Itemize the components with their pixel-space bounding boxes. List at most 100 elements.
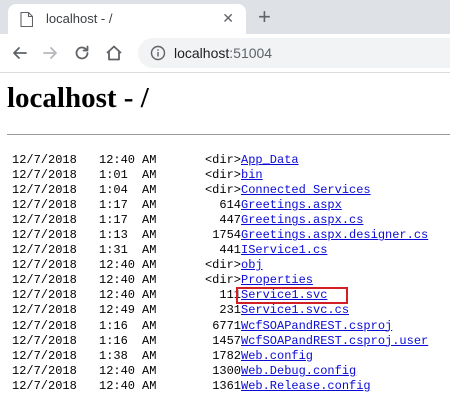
entry-size: 1300 — [212, 363, 241, 378]
entry-time: 12:49 — [99, 303, 136, 318]
listing-row: 12/7/2018 1:16 AM 6771 WcfSOAPandREST.csproj — [12, 319, 450, 334]
entry-link[interactable]: App_Data — [241, 153, 299, 168]
entry-time: 1:16 — [99, 333, 128, 348]
entry-ampm: AM — [142, 378, 157, 393]
entry-size: <dir> — [204, 153, 241, 167]
entry-date: 12/7/2018 — [12, 198, 77, 213]
entry-link[interactable]: WcfSOAPandREST.csproj.user — [241, 334, 428, 349]
listing-row: 12/7/2018 12:40 AM <dir> obj — [12, 258, 450, 273]
entry-link[interactable]: Greetings.aspx — [241, 198, 342, 213]
entry-date: 12/7/2018 — [12, 303, 77, 318]
entry-date: 12/7/2018 — [12, 213, 77, 228]
listing-row: 12/7/2018 1:31 AM 441 IService1.cs — [12, 243, 450, 258]
entry-size: 447 — [219, 213, 241, 228]
new-tab-icon[interactable]: + — [258, 6, 271, 28]
entry-link[interactable]: Web.Debug.config — [241, 364, 356, 379]
highlight-box — [236, 287, 348, 304]
entry-link[interactable]: bin — [241, 168, 263, 183]
entry-time: 12:40 — [99, 258, 136, 273]
tab-strip: localhost - / ✕ + — [0, 0, 450, 34]
info-icon[interactable] — [150, 45, 166, 61]
back-icon[interactable] — [10, 43, 30, 63]
entry-ampm: AM — [142, 183, 157, 198]
entry-date: 12/7/2018 — [12, 378, 77, 393]
listing-row: 12/7/2018 1:04 AM <dir> Connected Services — [12, 183, 450, 198]
entry-ampm: AM — [142, 168, 157, 183]
listing-row: 12/7/2018 12:49 AM 231 Service1.svc.cs — [12, 303, 450, 318]
close-tab-icon[interactable]: ✕ — [222, 11, 234, 25]
entry-size: 1782 — [212, 348, 241, 363]
entry-link[interactable]: Greetings.aspx.cs — [241, 213, 363, 228]
listing-row: 12/7/2018 12:40 AM 111 Service1.svc — [12, 288, 450, 303]
entry-time: 12:40 — [99, 378, 136, 393]
url-host: localhost — [174, 45, 230, 61]
listing-row: 12/7/2018 1:13 AM 1754 Greetings.aspx.design… — [12, 228, 450, 243]
entry-time: 1:04 — [99, 183, 128, 198]
entry-size: 614 — [219, 198, 241, 213]
entry-ampm: AM — [142, 303, 157, 318]
listing-row: 12/7/2018 1:17 AM 614 Greetings.aspx — [12, 198, 450, 213]
entry-size: 1457 — [212, 333, 241, 348]
entry-link[interactable]: IService1.cs — [241, 243, 327, 258]
entry-date: 12/7/2018 — [12, 153, 77, 167]
entry-date: 12/7/2018 — [12, 273, 77, 288]
entry-link[interactable]: obj — [241, 258, 263, 273]
tab-localhost[interactable]: localhost - / ✕ — [8, 4, 246, 34]
reload-icon[interactable] — [72, 43, 92, 63]
entry-ampm: AM — [142, 273, 157, 288]
entry-ampm: AM — [142, 243, 157, 258]
entry-time: 12:40 — [99, 273, 136, 288]
entry-ampm: AM — [142, 198, 157, 213]
url-text[interactable]: localhost:51004 — [174, 45, 272, 61]
entry-time: 12:40 — [99, 288, 136, 303]
divider — [7, 134, 450, 135]
entry-link[interactable]: Web.Release.config — [241, 379, 371, 394]
entry-date: 12/7/2018 — [12, 258, 77, 273]
entry-date: 12/7/2018 — [12, 243, 77, 258]
entry-ampm: AM — [142, 288, 157, 303]
entry-ampm: AM — [142, 318, 157, 333]
entry-link[interactable]: Connected Services — [241, 183, 371, 198]
entry-size: <dir> — [204, 168, 241, 183]
entry-ampm: AM — [142, 333, 157, 348]
entry-size: <dir> — [204, 183, 241, 198]
entry-date: 12/7/2018 — [12, 348, 77, 363]
forward-icon[interactable] — [40, 43, 60, 63]
entry-time: 1:13 — [99, 228, 128, 243]
entry-date: 12/7/2018 — [12, 333, 77, 348]
entry-ampm: AM — [142, 213, 157, 228]
home-icon[interactable] — [104, 43, 124, 63]
url-port: :51004 — [229, 45, 273, 61]
entry-time: 1:38 — [99, 348, 128, 363]
entry-date: 12/7/2018 — [12, 318, 77, 333]
entry-ampm: AM — [142, 348, 157, 363]
entry-time: 1:17 — [99, 213, 128, 228]
entry-size: 1361 — [212, 378, 241, 393]
address-bar[interactable]: localhost:51004 — [138, 38, 450, 68]
entry-date: 12/7/2018 — [12, 228, 77, 243]
entry-ampm: AM — [142, 258, 157, 273]
entry-link[interactable]: WcfSOAPandREST.csproj — [241, 319, 392, 334]
entry-time: 12:40 — [99, 363, 136, 378]
entry-date: 12/7/2018 — [12, 168, 77, 183]
entry-size: <dir> — [204, 258, 241, 273]
entry-time: 1:01 — [99, 168, 128, 183]
listing-row: 12/7/2018 12:40 AM <dir> App_Data — [12, 153, 450, 168]
entry-size: 1754 — [212, 228, 241, 243]
listing-row: 12/7/2018 1:38 AM 1782 Web.config — [12, 349, 450, 364]
entry-time: 1:31 — [99, 243, 128, 258]
listing-row: 12/7/2018 1:01 AM <dir> bin — [12, 168, 450, 183]
listing-row: 12/7/2018 12:40 AM 1300 Web.Debug.config — [12, 364, 450, 379]
entry-date: 12/7/2018 — [12, 288, 77, 303]
entry-link[interactable]: Web.config — [241, 349, 313, 364]
directory-listing: 12/7/2018 12:40 AM <dir> App_Data 12/7/2018 1:… — [12, 153, 450, 394]
tab-title: localhost - / — [46, 11, 113, 26]
page-icon — [20, 12, 33, 27]
entry-date: 12/7/2018 — [12, 183, 77, 198]
listing-row: 12/7/2018 12:40 AM 1361 Web.Release.config — [12, 379, 450, 394]
entry-link[interactable]: Greetings.aspx.designer.cs — [241, 228, 428, 243]
entry-time: 12:40 — [99, 153, 136, 167]
entry-link[interactable]: Service1.svc.cs — [241, 303, 349, 318]
entry-ampm: AM — [142, 153, 157, 167]
listing-row: 12/7/2018 1:17 AM 447 Greetings.aspx.cs — [12, 213, 450, 228]
